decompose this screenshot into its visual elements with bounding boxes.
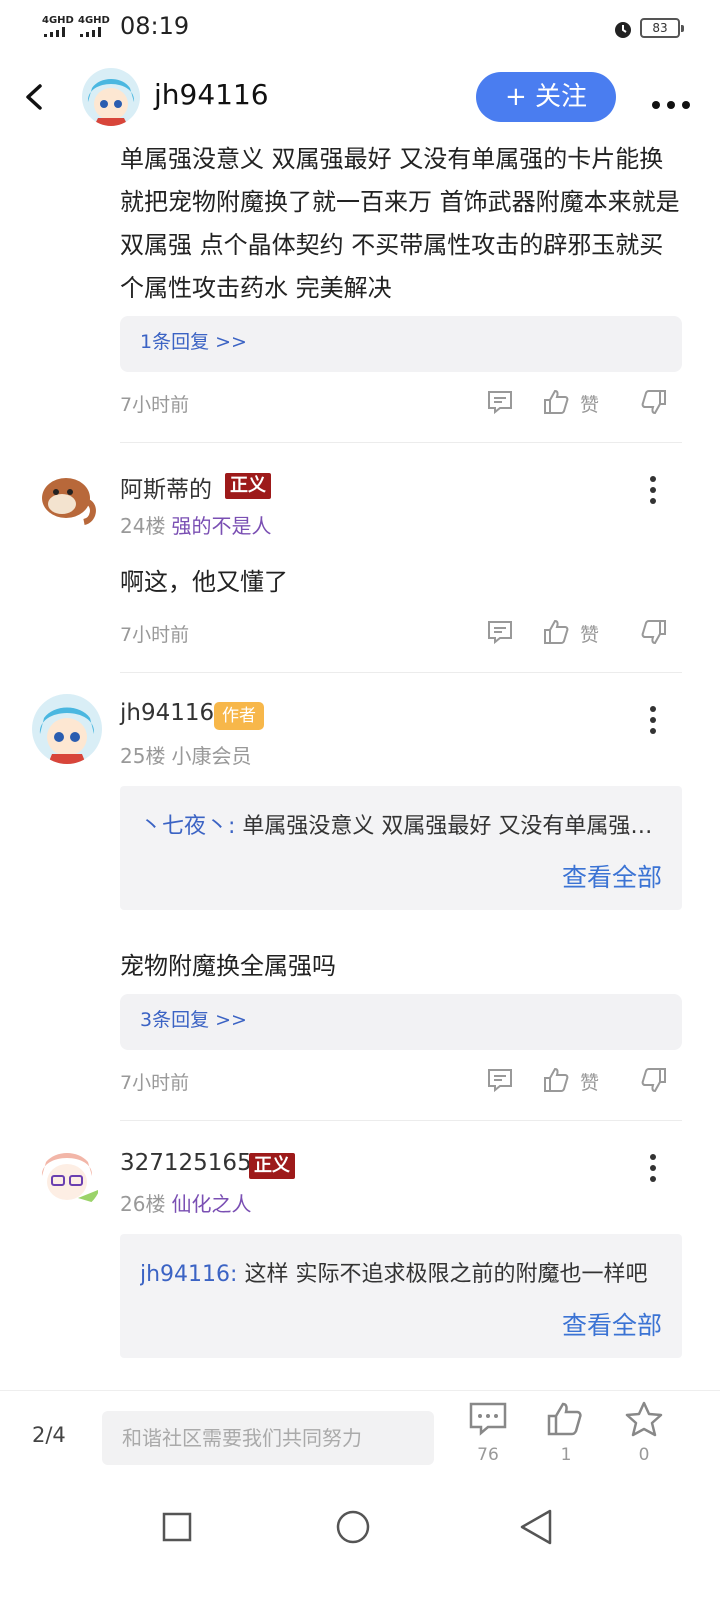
- page-title: jh94116: [154, 78, 269, 111]
- replies-link[interactable]: 3条回复 >>: [120, 994, 682, 1050]
- floor-number: 26楼: [120, 1192, 166, 1216]
- quote-text: 单属强没意义 双属强最好 又没有单属强…: [235, 814, 653, 839]
- timestamp: 7小时前: [120, 624, 190, 646]
- quote-author[interactable]: 丶七夜丶:: [140, 814, 235, 839]
- view-all-link[interactable]: 查看全部: [562, 858, 662, 894]
- quote-text: 这样 实际不追求极限之前的附魔也一样吧: [237, 1262, 648, 1287]
- thumbs-up-icon[interactable]: [542, 388, 570, 416]
- quote-author[interactable]: jh94116:: [140, 1262, 237, 1287]
- floor-number: 25楼: [120, 744, 166, 768]
- quote-line: jh94116: 这样 实际不追求极限之前的附魔也一样吧: [140, 1256, 660, 1288]
- signal-bars-icon: [44, 27, 72, 37]
- divider: [120, 1120, 682, 1121]
- comment-icon[interactable]: [486, 388, 514, 416]
- thumbs-up-icon[interactable]: [542, 618, 570, 646]
- recent-apps-icon[interactable]: [162, 1512, 192, 1542]
- thumbs-down-icon[interactable]: [640, 388, 668, 416]
- comment-icon: [469, 1402, 507, 1436]
- more-options-icon[interactable]: [650, 706, 656, 739]
- signal-label-1: 4GHD: [42, 15, 74, 26]
- thumbs-up-icon[interactable]: [542, 1066, 570, 1094]
- comment-meta: 7小时前 赞: [120, 614, 680, 654]
- favorite-count: 0: [638, 1445, 650, 1465]
- like-label[interactable]: 赞: [580, 390, 599, 417]
- comment-input[interactable]: 和谐社区需要我们共同努力: [102, 1411, 434, 1465]
- comment-author[interactable]: 阿斯蒂的: [120, 470, 212, 504]
- user-tag: 小康会员: [171, 744, 252, 768]
- floor-info: 24楼 强的不是人: [120, 510, 271, 539]
- page-indicator[interactable]: 2/4: [32, 1423, 66, 1447]
- favorite-button[interactable]: 0: [614, 1401, 674, 1465]
- floor-info: 25楼 小康会员: [120, 740, 251, 769]
- avatar[interactable]: [32, 694, 102, 764]
- signal-label-2: 4GHD: [78, 15, 110, 26]
- post-content: 单属强没意义 双属强最好 又没有单属强的卡片能换就把宠物附魔换了就一百来万 首饰…: [120, 145, 680, 302]
- divider: [120, 672, 682, 673]
- battery-level: 83: [652, 21, 668, 35]
- avatar[interactable]: [82, 68, 140, 126]
- clock: 08:19: [120, 12, 190, 40]
- timestamp: 7小时前: [120, 1072, 190, 1094]
- comment-author[interactable]: jh94116: [120, 700, 214, 726]
- more-options-icon[interactable]: [650, 1154, 656, 1187]
- quoted-reply[interactable]: jh94116: 这样 实际不追求极限之前的附魔也一样吧 查看全部: [120, 1234, 682, 1358]
- header: jh94116 + 关注: [0, 60, 720, 136]
- justice-badge: 正义: [225, 473, 271, 499]
- like-label[interactable]: 赞: [580, 620, 599, 647]
- system-nav-bar: [0, 1500, 720, 1600]
- comment-author[interactable]: 327125165: [120, 1150, 252, 1176]
- author-badge: 作者: [214, 702, 264, 730]
- comment-meta: 7小时前 赞: [120, 1062, 680, 1102]
- like-button[interactable]: 1: [536, 1401, 596, 1465]
- status-bar: 4GHD 4GHD 08:19 83: [0, 0, 720, 56]
- quoted-reply[interactable]: 丶七夜丶: 单属强没意义 双属强最好 又没有单属强… 查看全部: [120, 786, 682, 910]
- replies-link[interactable]: 1条回复 >>: [120, 316, 682, 372]
- thumbs-up-icon: [547, 1402, 582, 1436]
- floor-number: 24楼: [120, 514, 166, 538]
- post-meta: 7小时前 赞: [120, 384, 680, 424]
- comment-icon[interactable]: [486, 1066, 514, 1094]
- justice-badge: 正义: [249, 1153, 295, 1179]
- like-count: 1: [560, 1445, 572, 1465]
- divider: [120, 442, 682, 443]
- star-icon: [625, 1401, 663, 1437]
- bottom-bar: 2/4 和谐社区需要我们共同努力 76 1 0: [0, 1390, 720, 1500]
- like-label[interactable]: 赞: [580, 1068, 599, 1095]
- thumbs-down-icon[interactable]: [640, 1066, 668, 1094]
- battery-icon: 83: [640, 18, 684, 38]
- comment-text: 啊这，他又懂了: [120, 568, 288, 596]
- user-tag: 强的不是人: [171, 514, 272, 538]
- back-arrow-icon[interactable]: [22, 82, 46, 112]
- comment-icon[interactable]: [486, 618, 514, 646]
- avatar[interactable]: [32, 1142, 102, 1212]
- signal-bars-icon: [80, 27, 108, 37]
- comments-button[interactable]: 76: [458, 1401, 518, 1465]
- follow-button[interactable]: + 关注: [476, 72, 616, 122]
- comment-count: 76: [477, 1445, 499, 1465]
- more-options-icon[interactable]: [650, 476, 656, 509]
- home-icon[interactable]: [336, 1510, 370, 1544]
- comment-text: 宠物附魔换全属强吗: [120, 952, 336, 980]
- user-tag: 仙化之人: [171, 1192, 252, 1216]
- view-all-link[interactable]: 查看全部: [562, 1306, 662, 1342]
- thumbs-down-icon[interactable]: [640, 618, 668, 646]
- alarm-icon: [615, 22, 631, 38]
- avatar[interactable]: [32, 464, 102, 534]
- quote-line: 丶七夜丶: 单属强没意义 双属强最好 又没有单属强…: [140, 808, 660, 840]
- timestamp: 7小时前: [120, 394, 190, 416]
- back-icon[interactable]: [518, 1508, 554, 1546]
- floor-info: 26楼 仙化之人: [120, 1188, 251, 1217]
- more-options-icon[interactable]: [652, 94, 697, 113]
